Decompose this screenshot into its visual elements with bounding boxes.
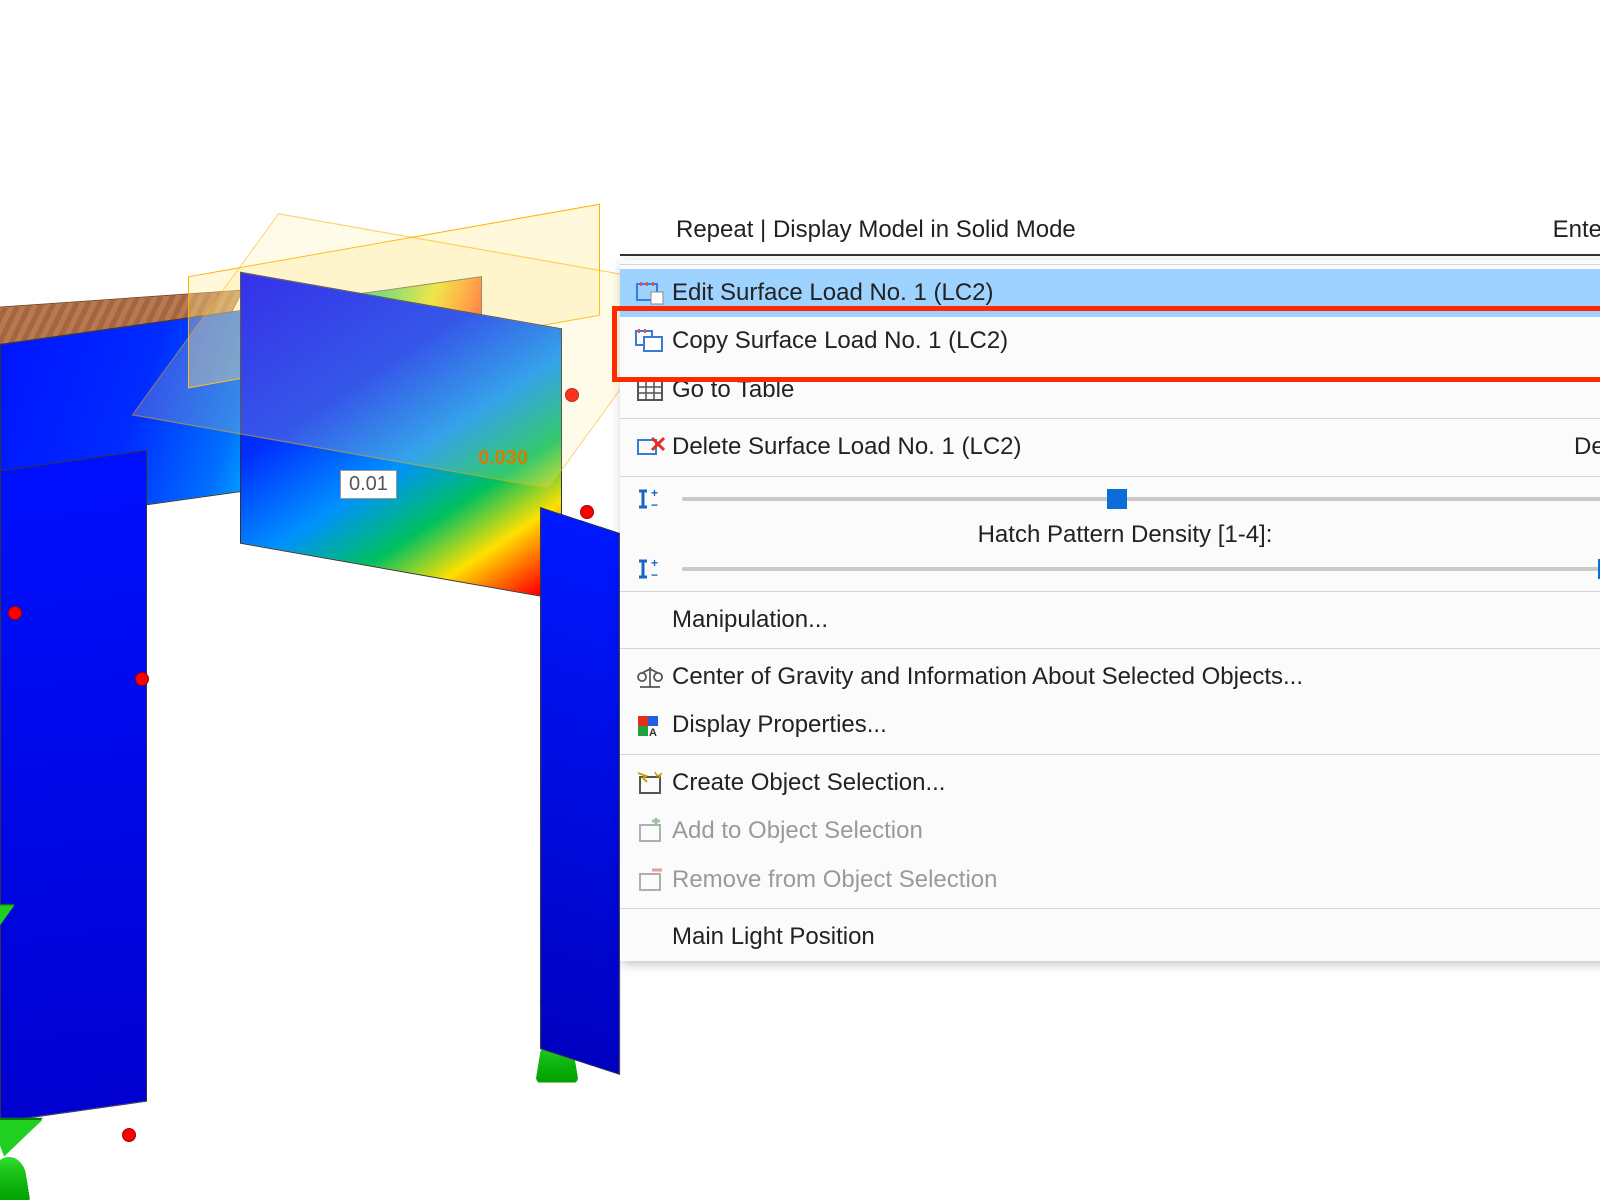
slider-thumb[interactable]	[1107, 489, 1127, 509]
menu-separator	[620, 264, 1600, 265]
wall-left	[0, 450, 147, 1123]
menu-label: Delete Surface Load No. 1 (LC2)	[672, 431, 1550, 463]
menu-separator	[620, 476, 1600, 477]
load-size-slider[interactable]	[682, 497, 1600, 501]
menu-item-center-of-gravity[interactable]: Center of Gravity and Information About …	[620, 653, 1600, 701]
menu-accelerator: Enter	[1553, 216, 1600, 244]
menu-item-delete-surface-load[interactable]: Delete Surface Load No. 1 (LC2) Del	[620, 423, 1600, 471]
menu-item-add-to-selection: Add to Object Selection	[620, 807, 1600, 855]
context-menu: Repeat | Display Model in Solid Mode Ent…	[620, 260, 1600, 961]
load-size-slider-row: +−	[620, 481, 1600, 517]
svg-text:A: A	[649, 727, 657, 739]
menu-label: Manipulation...	[672, 604, 1600, 636]
hatch-density-caption: Hatch Pattern Density [1-4]:	[620, 517, 1600, 551]
menu-item-main-light-position[interactable]: Main Light Position	[620, 913, 1600, 961]
svg-text:−: −	[651, 568, 658, 581]
menu-label: Go to Table	[672, 374, 1600, 406]
menu-separator	[620, 648, 1600, 649]
balance-icon	[628, 664, 672, 690]
menu-item-manipulation[interactable]: Manipulation...	[620, 596, 1600, 644]
menu-label: Add to Object Selection	[672, 815, 1600, 847]
copy-load-icon	[628, 329, 672, 355]
menu-label: Center of Gravity and Information About …	[672, 661, 1600, 693]
support-icon	[0, 1157, 30, 1200]
menu-separator	[620, 418, 1600, 419]
menu-label: Copy Surface Load No. 1 (LC2)	[672, 325, 1600, 357]
node-marker	[8, 606, 22, 620]
node-marker	[580, 505, 594, 519]
slider-icon: +−	[628, 487, 672, 511]
menu-label: Create Object Selection...	[672, 767, 1600, 799]
support-icon	[0, 905, 14, 930]
load-value-label: 0.030	[470, 445, 536, 472]
menu-accelerator: Del	[1550, 431, 1600, 463]
menu-item-create-selection[interactable]: Create Object Selection...	[620, 759, 1600, 807]
svg-text:−: −	[651, 498, 658, 511]
slider-icon: +−	[628, 557, 672, 581]
node-marker	[122, 1128, 136, 1142]
add-selection-icon	[628, 818, 672, 844]
menu-label: Edit Surface Load No. 1 (LC2)	[672, 277, 1600, 309]
hatch-density-slider[interactable]	[682, 567, 1600, 571]
remove-selection-icon	[628, 867, 672, 893]
create-selection-icon	[628, 770, 672, 796]
wall-right	[540, 507, 620, 1075]
menu-separator	[620, 754, 1600, 755]
menu-item-copy-surface-load[interactable]: Copy Surface Load No. 1 (LC2)	[620, 317, 1600, 365]
support-icon	[0, 1120, 42, 1156]
menu-separator	[620, 908, 1600, 909]
delete-icon	[628, 434, 672, 460]
menu-item-repeat[interactable]: Repeat | Display Model in Solid Mode Ent…	[620, 208, 1600, 256]
menu-item-remove-from-selection: Remove from Object Selection	[620, 856, 1600, 904]
node-marker	[135, 672, 149, 686]
menu-label: Display Properties...	[672, 709, 1600, 741]
table-icon	[628, 377, 672, 403]
hatch-density-slider-row: +−	[620, 551, 1600, 587]
menu-item-display-properties[interactable]: A Display Properties...	[620, 701, 1600, 749]
menu-item-edit-surface-load[interactable]: Edit Surface Load No. 1 (LC2)	[620, 269, 1600, 317]
menu-label: Main Light Position	[672, 921, 1600, 953]
menu-item-go-to-table[interactable]: Go to Table	[620, 366, 1600, 414]
menu-label: Repeat | Display Model in Solid Mode	[676, 216, 1553, 244]
menu-separator	[620, 591, 1600, 592]
dimension-label: 0.01	[340, 470, 397, 499]
edit-load-icon	[628, 280, 672, 306]
display-properties-icon: A	[628, 713, 672, 739]
menu-label: Remove from Object Selection	[672, 864, 1600, 896]
